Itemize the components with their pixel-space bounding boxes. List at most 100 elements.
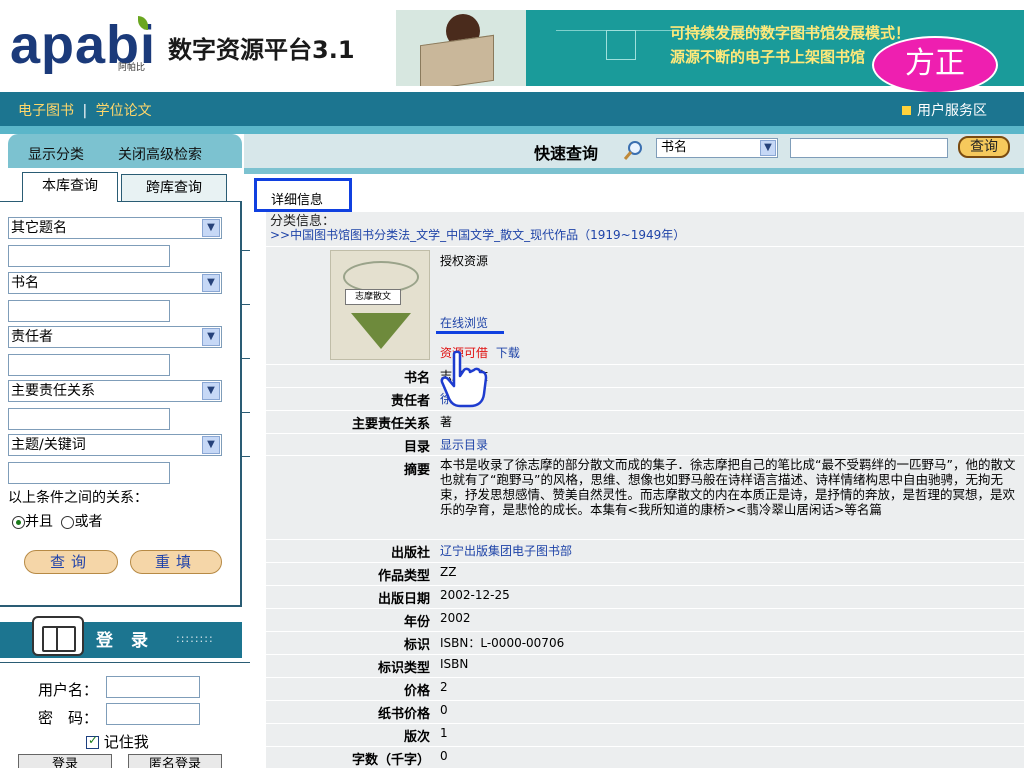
field-input-2[interactable] (8, 300, 170, 322)
remember-me: 记住我 (86, 731, 149, 752)
app-window: apabi 阿帕比 数字资源平台3.1 可持续发展的数字图书馆发展模式！ 源源不… (0, 0, 1024, 768)
abstract-text: 本书是收录了徐志摩的部分散文而成的集子．徐志摩把自己的笔比成“最不受羁绊的一匹野… (440, 457, 1016, 517)
banner-photo (396, 10, 526, 86)
tab-local-search[interactable]: 本库查询 (22, 172, 118, 202)
chevron-down-icon: ▼ (202, 328, 220, 346)
magnifier-icon (623, 141, 642, 160)
radio-or[interactable] (61, 515, 75, 529)
quick-keyword-input[interactable] (790, 138, 948, 158)
show-category-link[interactable]: 显示分类 (28, 144, 84, 164)
field-value-price: 2 (440, 680, 448, 694)
field-input-3[interactable] (8, 354, 170, 376)
login-button[interactable]: 登录 (18, 754, 112, 768)
publisher-link[interactable]: 辽宁出版集团电子图书部 (440, 542, 572, 559)
field-key-year: 年份 (403, 615, 430, 630)
field-key-pub-date: 出版日期 (377, 592, 430, 607)
field-value-responsibility: 著 (440, 415, 453, 429)
field-value-pub-date: 2002-12-25 (440, 588, 510, 602)
reset-button[interactable]: 重填 (130, 550, 222, 574)
radio-and[interactable] (12, 515, 25, 529)
tab-detail-info[interactable]: 详细信息 (254, 178, 352, 212)
search-button[interactable]: 查询 (24, 550, 118, 574)
quick-field-select[interactable]: 书名 ▼ (656, 138, 778, 158)
field-value-identifier: ISBN：L-0000-00706 (440, 636, 565, 650)
row-divider (266, 364, 1024, 365)
book-graphic (420, 34, 494, 86)
logo-subtitle: 阿帕比 (118, 63, 146, 73)
close-advanced-link[interactable]: 关闭高级检索 (118, 144, 202, 164)
chevron-down-icon: ▼ (202, 436, 220, 454)
relation-radio-group: 并且 或者 (12, 511, 102, 531)
row-divider (266, 746, 1024, 747)
divider (242, 456, 250, 457)
online-browse-link[interactable]: 在线浏览 (440, 314, 488, 331)
chevron-down-icon: ▼ (202, 219, 220, 237)
nav-ebooks-link[interactable]: 电子图书 (18, 103, 74, 119)
download-link[interactable]: 下载 (496, 346, 520, 360)
field-select-3-value: 责任者 (11, 329, 53, 345)
row-divider (266, 654, 1024, 655)
book-cover[interactable]: 志摩散文 (330, 250, 430, 360)
nav-theses-link[interactable]: 学位论文 (96, 103, 152, 119)
tab-cross-search[interactable]: 跨库查询 (121, 174, 227, 202)
divider (242, 304, 250, 305)
auth-resource-label: 授权资源 (440, 254, 489, 268)
banner-slogan-1: 可持续发展的数字图书馆发展模式！ (670, 24, 911, 42)
system-title: 数字资源平台3.1 (168, 36, 355, 64)
field-input-1[interactable] (8, 245, 170, 267)
divider (242, 412, 250, 413)
search-underline (244, 168, 1024, 174)
row-divider (266, 631, 1024, 632)
cover-emblem (351, 313, 411, 349)
field-key-paper-price: 纸书价格 (377, 707, 430, 722)
row-divider (266, 562, 1024, 563)
password-input[interactable] (106, 703, 200, 725)
nav-links: 电子图书 | 学位论文 (18, 100, 152, 120)
field-key-publisher: 出版社 (390, 546, 430, 561)
founder-badge: 方正 (872, 36, 998, 94)
row-divider (266, 585, 1024, 586)
quick-field-value: 书名 (661, 140, 688, 155)
field-input-5[interactable] (8, 462, 170, 484)
nav-bar (0, 92, 1024, 126)
field-key-word-count: 字数（千字） (351, 753, 430, 768)
field-select-3[interactable]: 责任者 ▼ (8, 326, 222, 348)
anonymous-login-button[interactable]: 匿名登录 (128, 754, 222, 768)
quick-search-label: 快速查询 (534, 144, 599, 163)
divider (0, 662, 250, 663)
row-divider (266, 455, 1024, 456)
login-title: 登录 (96, 631, 166, 651)
password-label: 密 码： (38, 709, 99, 727)
radio-and-label: 并且 (25, 514, 53, 530)
row-divider (266, 433, 1024, 434)
field-input-4[interactable] (8, 408, 170, 430)
remember-label: 记住我 (103, 733, 149, 751)
field-select-4[interactable]: 主要责任关系 ▼ (8, 380, 222, 402)
field-select-5[interactable]: 主题/关键词 ▼ (8, 434, 222, 456)
field-key-title: 书名 (403, 371, 430, 386)
divider (242, 250, 250, 251)
user-service-label: 用户服务区 (917, 103, 987, 119)
class-path-link[interactable]: >>中国图书馆图书分类法_文学_中国文学_散文_现代作品（1919~1949年） (270, 226, 685, 243)
row-divider (266, 410, 1024, 411)
field-value-id-type: ISBN (440, 657, 469, 671)
quick-query-button[interactable]: 查询 (958, 136, 1010, 158)
user-service-link[interactable]: 用户服务区 (902, 100, 987, 120)
field-select-4-value: 主要责任关系 (11, 383, 95, 399)
book-icon (32, 616, 84, 656)
row-divider (266, 246, 1024, 247)
nav-underline (0, 126, 1024, 134)
row-divider (266, 677, 1024, 678)
field-key-toc: 目录 (403, 440, 430, 455)
field-key-work-type: 作品类型 (377, 569, 430, 584)
chevron-down-icon: ▼ (202, 274, 220, 292)
field-select-1[interactable]: 其它题名 ▼ (8, 217, 222, 239)
remember-checkbox[interactable] (86, 733, 99, 749)
field-select-2[interactable]: 书名 ▼ (8, 272, 222, 294)
field-key-abstract: 摘要 (403, 463, 430, 478)
link-underline-highlight (436, 331, 504, 334)
username-input[interactable] (106, 676, 200, 698)
banner-decor-box (606, 30, 636, 60)
show-toc-link[interactable]: 显示目录 (440, 436, 488, 453)
field-select-1-value: 其它题名 (11, 220, 67, 236)
